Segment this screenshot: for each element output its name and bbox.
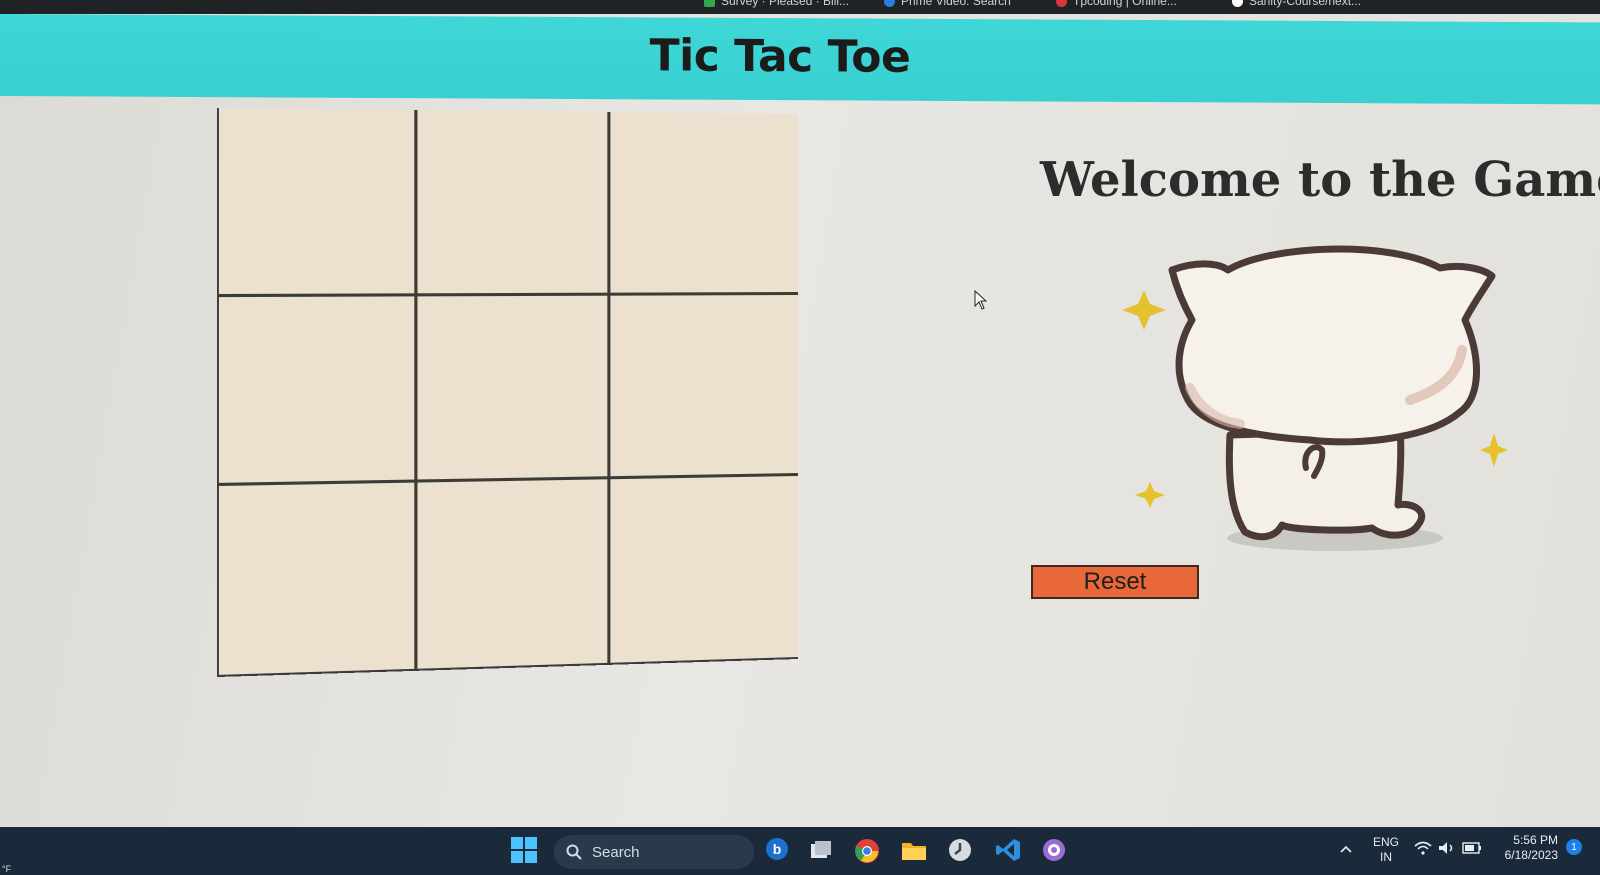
mouse-pointer-icon — [974, 290, 988, 310]
search-icon — [566, 844, 582, 860]
bookmark-label: Survey · Pleased · Bill... — [721, 0, 849, 8]
welcome-heading: Welcome to the Game! — [1040, 152, 1560, 208]
bookmark-item[interactable]: Prime Video: Search — [884, 0, 1011, 10]
bookmark-label: Sanity-Course/next... — [1249, 0, 1361, 8]
time-label: 5:56 PM — [1494, 833, 1558, 848]
region-label: IN — [1372, 850, 1400, 865]
board-cell[interactable] — [219, 296, 418, 486]
windows-start-icon[interactable] — [510, 836, 538, 864]
bookmark-item[interactable]: Survey · Pleased · Bill... — [704, 0, 849, 10]
bookmark-item[interactable]: Sanity-Course/next... — [1232, 0, 1361, 10]
taskbar-search[interactable]: Search — [554, 835, 754, 869]
clock-display[interactable]: 5:56 PM 6/18/2023 — [1494, 833, 1558, 863]
date-label: 6/18/2023 — [1494, 848, 1558, 863]
prime-video-icon — [884, 0, 895, 7]
page-title: Tic Tac Toe — [650, 30, 911, 82]
game-board — [217, 108, 798, 677]
language-label: ENG — [1372, 835, 1400, 850]
board-cell[interactable] — [610, 295, 798, 479]
cat-sticker-icon — [1110, 240, 1530, 570]
github-desktop-icon[interactable] — [1040, 836, 1068, 864]
task-view-icon[interactable] — [808, 837, 834, 863]
notification-badge[interactable]: 1 — [1566, 839, 1582, 855]
vscode-icon[interactable] — [994, 836, 1022, 864]
bing-icon[interactable]: b — [764, 836, 790, 862]
svg-text:b: b — [773, 841, 782, 857]
github-icon — [1232, 0, 1243, 7]
chevron-up-icon[interactable] — [1340, 845, 1352, 853]
battery-icon[interactable] — [1462, 842, 1482, 854]
page-header: Tic Tac Toe — [0, 14, 1600, 104]
file-explorer-icon[interactable] — [900, 838, 928, 862]
weather-label: °F — [2, 864, 11, 874]
board-cell[interactable] — [417, 296, 610, 483]
taskbar: Search b ENG IN 5:56 PM 6/18/2023 1 — [0, 827, 1600, 875]
board-cell[interactable] — [219, 108, 418, 297]
board-cell[interactable] — [219, 483, 418, 675]
red-logo-icon — [1056, 0, 1067, 7]
clock-icon[interactable] — [946, 836, 974, 864]
reset-button[interactable]: Reset — [1031, 565, 1199, 599]
board-cell[interactable] — [610, 112, 798, 296]
volume-icon[interactable] — [1438, 841, 1456, 855]
board-cell[interactable] — [417, 479, 610, 668]
search-label: Search — [592, 844, 640, 861]
language-indicator[interactable]: ENG IN — [1372, 835, 1400, 865]
chrome-icon[interactable] — [853, 837, 881, 865]
bookmarks-bar: Survey · Pleased · Bill... Prime Video: … — [0, 0, 1600, 14]
bookmark-label: Prime Video: Search — [901, 0, 1011, 8]
bookmark-label: Tpcoding | Online... — [1073, 0, 1177, 8]
wifi-icon[interactable] — [1414, 841, 1432, 855]
board-cell[interactable] — [610, 476, 798, 663]
bookmark-item[interactable]: Tpcoding | Online... — [1056, 0, 1177, 10]
board-cell[interactable] — [417, 110, 610, 296]
green-sheet-icon — [704, 0, 715, 7]
